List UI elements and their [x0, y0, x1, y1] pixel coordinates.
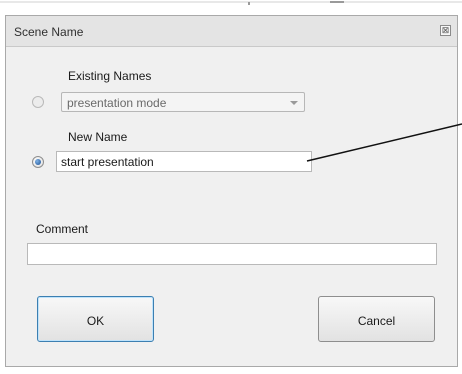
annotation-pointer-line — [306, 123, 462, 162]
